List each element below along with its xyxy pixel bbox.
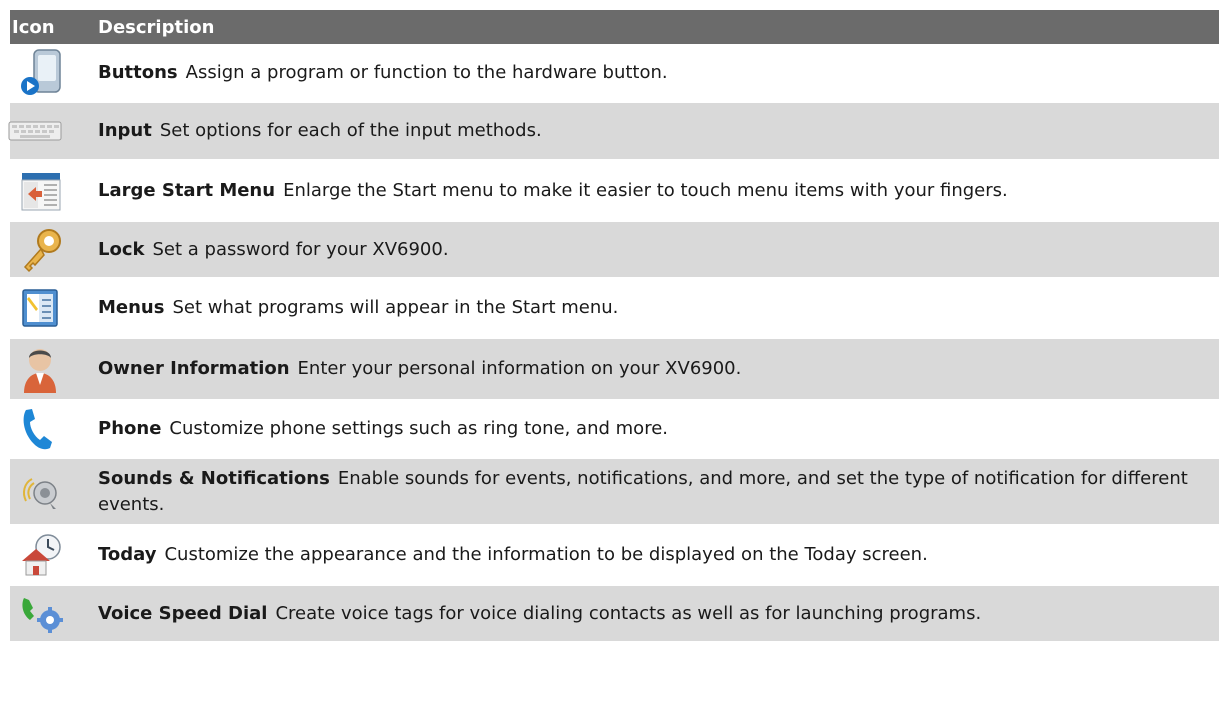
- row-name: Sounds & Notifications: [98, 467, 330, 489]
- row-description: Set what programs will appear in the Sta…: [172, 297, 619, 318]
- table-row: Sounds & Notifications Enable sounds for …: [10, 459, 1219, 526]
- row-description: Set a password for your XV6900.: [152, 238, 449, 260]
- buttons-icon: [21, 48, 61, 95]
- row-description: Set options for each of the input method…: [159, 120, 542, 141]
- header-description-column: Description: [98, 16, 215, 38]
- table-row: Owner Information Enter your personal inf…: [10, 339, 1219, 401]
- row-name: Phone: [98, 418, 162, 439]
- row-description: Customize the appearance and the informa…: [164, 544, 928, 565]
- table-row: Buttons Assign a program or function to t…: [10, 44, 1219, 103]
- menus-icon: [22, 289, 58, 327]
- start-menu-icon: [21, 172, 61, 210]
- row-name: Lock: [98, 238, 145, 260]
- table-row: Voice Speed Dial Create voice tags for vo…: [10, 586, 1219, 643]
- table-row: Today Customize the appearance and the in…: [10, 526, 1219, 586]
- sound-icon: [23, 477, 57, 509]
- table-row: Input Set options for each of the input m…: [8, 103, 1219, 161]
- row-description: Enlarge the Start menu to make it easier…: [283, 179, 1008, 201]
- phone-icon: [23, 409, 52, 450]
- row-description: Assign a program or function to the hard…: [185, 61, 668, 83]
- owner-icon: [24, 349, 56, 393]
- row-name: Buttons: [98, 61, 178, 83]
- row-name: Input: [98, 120, 152, 141]
- header-icon-column: Icon: [12, 16, 55, 38]
- keyboard-icon: [8, 121, 62, 141]
- row-name: Menus: [98, 297, 165, 318]
- table-row: Menus Set what programs will appear in th…: [10, 279, 1219, 339]
- table-row: Lock Set a password for your XV6900.: [10, 222, 1219, 279]
- voice-dial-icon: [22, 597, 63, 633]
- row-name: Owner Information: [98, 358, 290, 379]
- key-icon: [23, 228, 61, 272]
- row-name: Voice Speed Dial: [98, 602, 268, 624]
- row-description: Create voice tags for voice dialing cont…: [275, 602, 982, 624]
- settings-icon-table: Icon Description Buttons Assign a program…: [8, 10, 1219, 643]
- row-description: Enter your personal information on your …: [297, 358, 742, 379]
- row-description: Customize phone settings such as ring to…: [169, 418, 668, 439]
- today-icon: [22, 534, 61, 576]
- table-header: Icon Description: [10, 10, 1219, 44]
- row-name: Today: [98, 544, 157, 565]
- row-name: Large Start Menu: [98, 179, 276, 201]
- table-row: Large Start Menu Enlarge the Start menu t…: [10, 161, 1219, 222]
- table-row: Phone Customize phone settings such as ri…: [10, 401, 1219, 459]
